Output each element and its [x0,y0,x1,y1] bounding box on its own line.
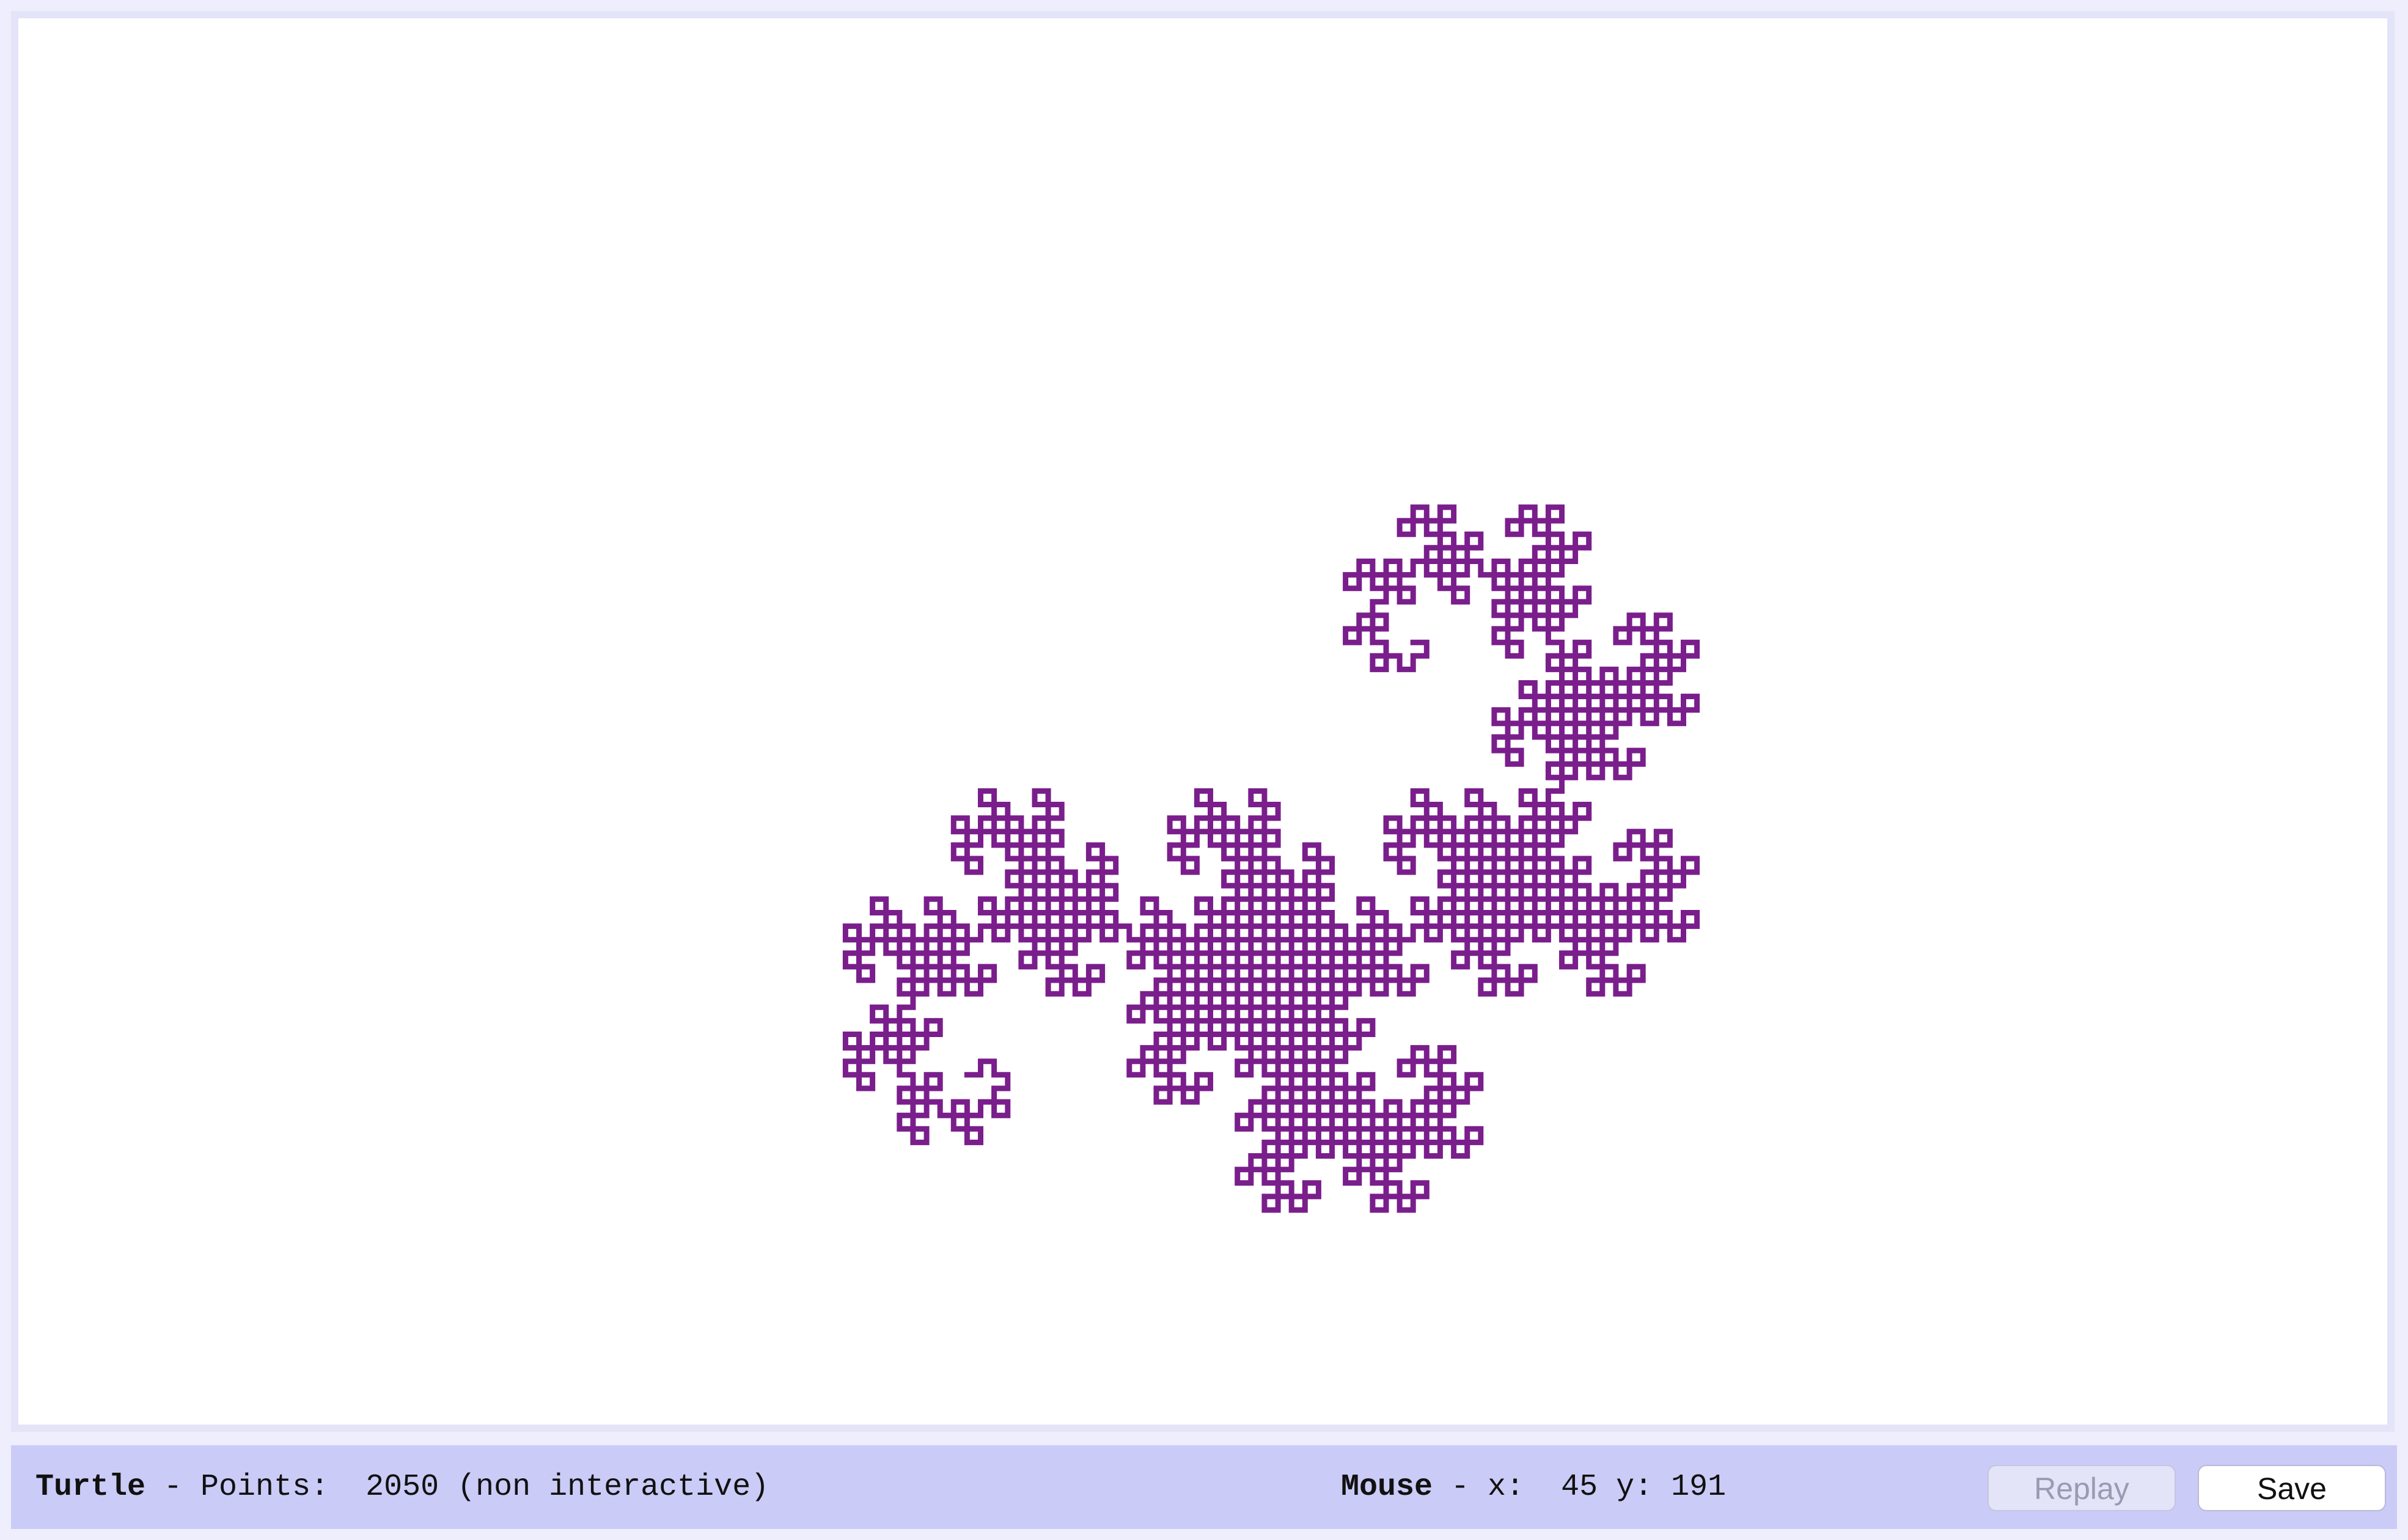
status-bar: Turtle - Points: 2050 (non interactive) … [11,1445,2397,1529]
turtle-canvas[interactable] [18,18,2387,1425]
mouse-label: Mouse [1341,1470,1433,1505]
canvas-frame [11,11,2395,1432]
save-button[interactable]: Save [2198,1465,2386,1511]
turtle-drawing [842,504,1700,1213]
mouse-coordinates: - x: 45 y: 191 [1433,1470,1727,1505]
dragon-curve-path [842,504,1700,1213]
replay-button[interactable]: Replay [1988,1465,2176,1511]
turtle-label: Turtle [35,1470,146,1505]
turtle-points-info: Turtle - Points: 2050 (non interactive) [35,1445,769,1529]
mouse-position-info: Mouse - x: 45 y: 191 [1341,1445,1726,1529]
points-text: - Points: 2050 (non interactive) [145,1470,769,1505]
